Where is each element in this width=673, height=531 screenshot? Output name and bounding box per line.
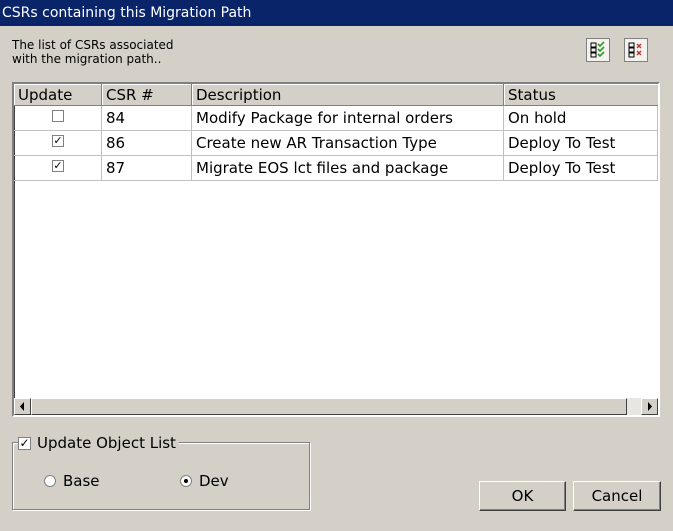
csr-table[interactable]: Update CSR # Description Status 84 Modif…	[12, 82, 660, 417]
radio-base-dot[interactable]	[44, 475, 56, 487]
header-csr[interactable]: CSR #	[102, 84, 192, 106]
uncheck-all-icon	[628, 42, 642, 58]
update-cell: ✓	[14, 131, 102, 156]
header-status[interactable]: Status	[504, 84, 658, 106]
radio-dev[interactable]: Dev	[180, 472, 229, 490]
scroll-right-button[interactable]	[641, 398, 658, 415]
csr-description: Modify Package for internal orders	[192, 106, 504, 131]
csr-status: Deploy To Test	[504, 131, 658, 156]
ok-button[interactable]: OK	[479, 481, 566, 511]
radio-base-label[interactable]: Base	[63, 472, 100, 490]
radio-dev-label[interactable]: Dev	[199, 472, 229, 490]
csr-description: Create new AR Transaction Type	[192, 131, 504, 156]
row-update-checkbox[interactable]	[52, 110, 64, 122]
row-update-checkbox[interactable]: ✓	[52, 160, 64, 172]
radio-selected-dot	[184, 479, 188, 483]
radio-dev-dot[interactable]	[180, 475, 192, 487]
csr-description: Migrate EOS lct files and package	[192, 156, 504, 181]
csr-status: Deploy To Test	[504, 156, 658, 181]
select-all-button[interactable]	[586, 38, 610, 62]
intro-text: The list of CSRs associated with the mig…	[12, 38, 212, 66]
update-cell	[14, 106, 102, 131]
deselect-all-button[interactable]	[624, 38, 648, 62]
header-description[interactable]: Description	[192, 84, 504, 106]
horizontal-scrollbar[interactable]	[14, 398, 658, 415]
radio-base[interactable]: Base	[44, 472, 100, 490]
update-object-list-option[interactable]: ✓ Update Object List	[18, 433, 179, 453]
scroll-left-button[interactable]	[14, 398, 31, 415]
row-update-checkbox[interactable]: ✓	[52, 135, 64, 147]
update-object-list-label[interactable]: Update Object List	[37, 434, 176, 452]
csr-number: 86	[102, 131, 192, 156]
arrow-right-icon	[648, 402, 652, 411]
scroll-thumb[interactable]	[31, 398, 627, 415]
table-header: Update CSR # Description Status	[14, 84, 658, 106]
intro-line-2: with the migration path..	[12, 52, 162, 66]
table-row[interactable]: 84 Modify Package for internal orders On…	[14, 106, 658, 131]
table-row[interactable]: ✓ 87 Migrate EOS lct files and package D…	[14, 156, 658, 181]
header-update[interactable]: Update	[14, 84, 102, 106]
table-row[interactable]: ✓ 86 Create new AR Transaction Type Depl…	[14, 131, 658, 156]
cancel-button[interactable]: Cancel	[573, 481, 661, 511]
csr-number: 87	[102, 156, 192, 181]
check-all-icon	[590, 41, 605, 58]
window-title: CSRs containing this Migration Path	[0, 0, 673, 26]
intro-line-1: The list of CSRs associated	[12, 38, 174, 52]
csr-status: On hold	[504, 106, 658, 131]
csr-number: 84	[102, 106, 192, 131]
update-cell: ✓	[14, 156, 102, 181]
update-object-list-checkbox[interactable]: ✓	[18, 436, 31, 450]
arrow-left-icon	[20, 402, 24, 411]
